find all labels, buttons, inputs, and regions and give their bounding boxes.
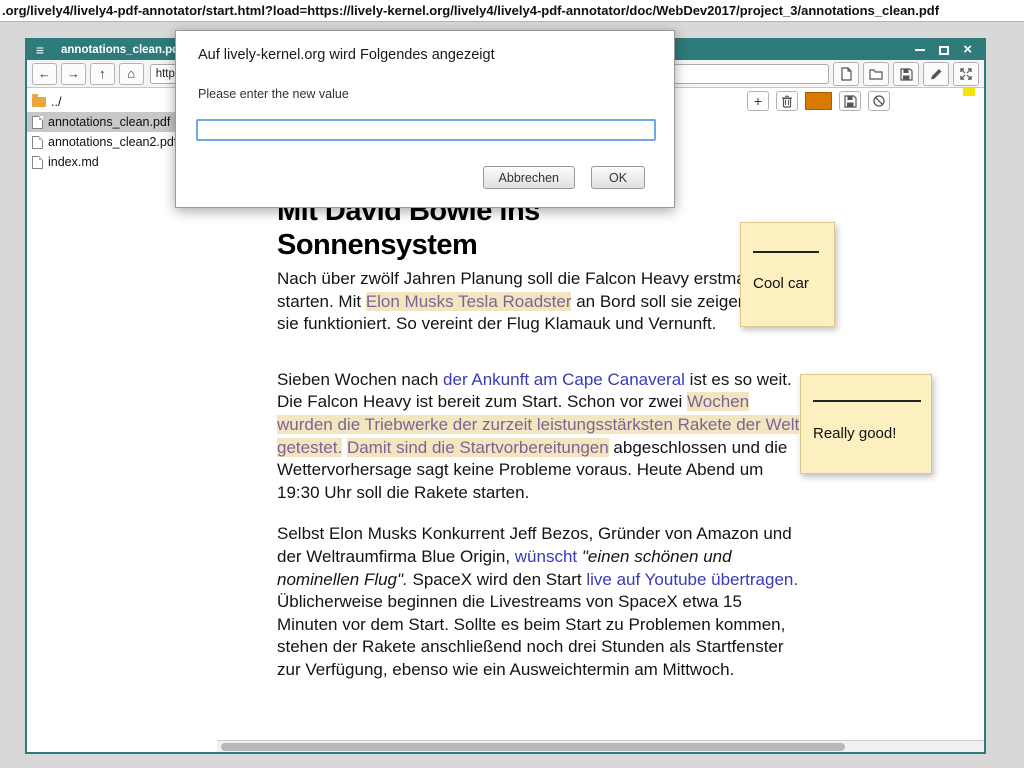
color-swatch-orange[interactable] xyxy=(805,92,832,110)
text-link[interactable]: der Ankunft am Cape Canaveral xyxy=(443,370,685,389)
ok-button[interactable]: OK xyxy=(591,166,645,189)
text-run: Elon Musks Tesla Roadster xyxy=(366,292,572,311)
note-text: Really good! xyxy=(813,425,896,442)
save-annotations-button[interactable] xyxy=(839,91,861,111)
note-stroke xyxy=(813,400,921,402)
dialog-input[interactable] xyxy=(196,119,656,141)
dialog-message: Please enter the new value xyxy=(198,87,349,101)
text-run: Damit sind die Startvorbereitungen xyxy=(347,438,609,457)
block-icon xyxy=(872,94,886,108)
fullscreen-button[interactable] xyxy=(953,62,979,86)
new-file-icon xyxy=(839,67,853,81)
file-icon xyxy=(32,136,43,149)
back-button[interactable]: ← xyxy=(32,63,57,85)
minimize-button[interactable] xyxy=(915,49,925,51)
pencil-icon xyxy=(929,67,943,81)
open-folder-button[interactable] xyxy=(863,62,889,86)
delete-annotation-button[interactable] xyxy=(776,91,798,111)
save-icon xyxy=(899,67,913,81)
file-name: index.md xyxy=(48,155,99,169)
edit-button[interactable] xyxy=(923,62,949,86)
file-icon xyxy=(32,116,43,129)
horizontal-scrollbar[interactable] xyxy=(217,740,984,752)
file-name: annotations_clean2.pdf xyxy=(48,135,177,149)
article-paragraph: Sieben Wochen nach der Ankunft am Cape C… xyxy=(277,369,802,505)
maximize-button[interactable] xyxy=(939,46,949,55)
up-button[interactable]: ↑ xyxy=(90,63,115,85)
file-icon xyxy=(32,156,43,169)
expand-icon xyxy=(959,67,973,81)
cancel-annotation-button[interactable] xyxy=(868,91,890,111)
browser-url-bar[interactable]: .org/lively4/lively4-pdf-annotator/start… xyxy=(0,0,1024,22)
trash-icon xyxy=(780,94,794,108)
text-link[interactable]: wünscht xyxy=(515,547,577,566)
sticky-note[interactable]: Really good! xyxy=(800,374,932,474)
annotation-toolbar: + xyxy=(747,91,890,111)
forward-button[interactable]: → xyxy=(61,63,86,85)
browser-url-text: .org/lively4/lively4-pdf-annotator/start… xyxy=(2,3,939,18)
highlight-color-marker[interactable] xyxy=(963,88,975,96)
file-name: annotations_clean.pdf xyxy=(48,115,170,129)
text-link[interactable]: live auf Youtube übertragen. xyxy=(586,570,798,589)
text-run: Üblicherweise beginnen die Livestreams v… xyxy=(277,592,785,679)
text-run: Sieben Wochen nach xyxy=(277,370,443,389)
note-text: Cool car xyxy=(753,275,809,292)
scrollbar-thumb[interactable] xyxy=(221,743,845,751)
js-prompt-dialog: Auf lively-kernel.org wird Folgendes ang… xyxy=(175,30,675,208)
cancel-button[interactable]: Abbrechen xyxy=(483,166,575,189)
article-paragraph: Nach über zwölf Jahren Planung soll die … xyxy=(277,268,802,336)
save-button[interactable] xyxy=(893,62,919,86)
close-button[interactable]: × xyxy=(963,44,972,56)
save-icon xyxy=(843,94,857,108)
pdf-document-text: Mit David Bowie ins Sonnensystem Nach üb… xyxy=(277,194,802,682)
menu-icon[interactable]: ≡ xyxy=(27,42,53,58)
file-name: ../ xyxy=(51,95,61,109)
new-file-button[interactable] xyxy=(833,62,859,86)
folder-icon xyxy=(32,97,46,107)
text-run: SpaceX wird den Start xyxy=(408,570,587,589)
folder-icon xyxy=(869,67,883,81)
dialog-title: Auf lively-kernel.org wird Folgendes ang… xyxy=(198,47,495,63)
add-annotation-button[interactable]: + xyxy=(747,91,769,111)
window-title: annotations_clean.pdf xyxy=(61,44,183,56)
home-button[interactable]: ⌂ xyxy=(119,63,144,85)
article-paragraph: Selbst Elon Musks Konkurrent Jeff Bezos,… xyxy=(277,523,802,681)
sticky-note[interactable]: Cool car xyxy=(740,222,835,327)
note-stroke xyxy=(753,251,819,253)
